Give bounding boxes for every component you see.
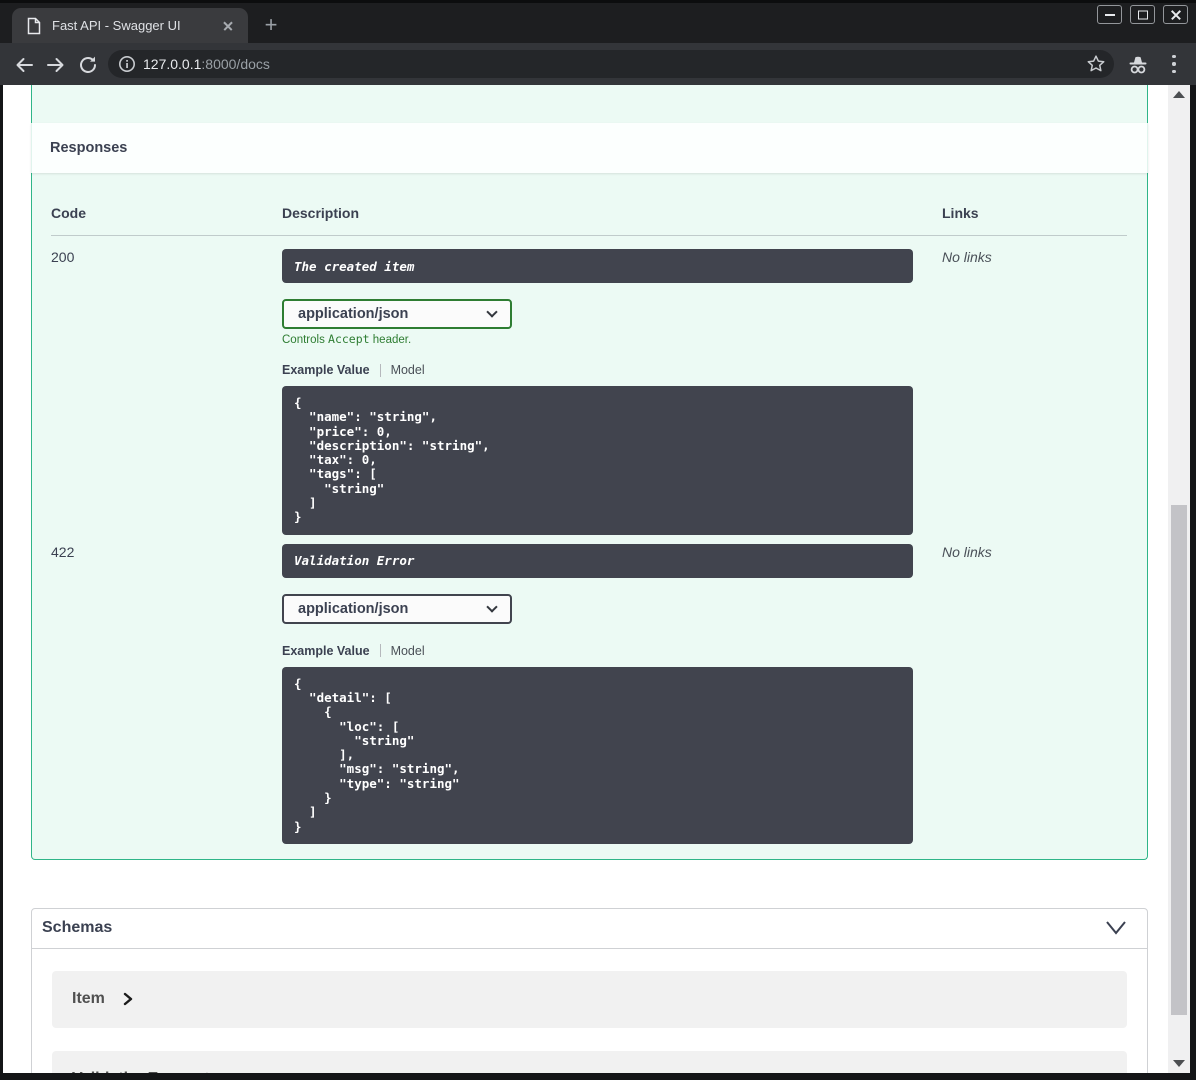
media-type-value: application/json — [282, 299, 512, 329]
tab-example-value[interactable]: Example Value — [282, 644, 370, 658]
site-info-icon[interactable] — [118, 55, 136, 73]
response-row-422: 422 Validation Error application/json Ex… — [51, 535, 1127, 844]
responses-table: Code Description Links 200 The created i… — [32, 173, 1147, 859]
model-card-validationerror[interactable]: ValidationError — [52, 1050, 1127, 1073]
accept-note-post: header. — [369, 334, 412, 346]
example-json-422: { "detail": [ { "loc": [ "string" ], "ms… — [282, 666, 913, 844]
response-description-box: The created item — [282, 249, 913, 283]
example-model-tabs: Example Value Model — [282, 644, 942, 658]
tab-model[interactable]: Model — [391, 644, 425, 658]
new-tab-button[interactable]: + — [258, 12, 284, 38]
forward-button[interactable] — [45, 54, 67, 76]
maximize-button[interactable] — [1130, 5, 1155, 24]
schemas-body: Item ValidationError — [32, 949, 1147, 1073]
tab-example-value[interactable]: Example Value — [282, 363, 370, 377]
media-type-select-200[interactable]: application/json — [282, 299, 512, 329]
page-viewport: Responses Code Description Links 200 The… — [3, 85, 1190, 1073]
url-path: :8000/docs — [201, 56, 270, 72]
response-links: No links — [942, 249, 992, 265]
tab-title: Fast API - Swagger UI — [52, 18, 181, 33]
opblock-post: Responses Code Description Links 200 The… — [31, 85, 1148, 860]
close-icon — [1164, 6, 1187, 23]
browser-menu-icon[interactable] — [1172, 55, 1176, 73]
model-name: ValidationError — [72, 1070, 187, 1073]
accept-note-code: Accept — [328, 332, 370, 346]
media-type-select-422[interactable]: application/json — [282, 593, 512, 624]
responses-title: Responses — [50, 140, 128, 156]
back-button[interactable] — [13, 54, 35, 76]
model-card-item[interactable]: Item — [52, 970, 1127, 1028]
window-controls — [1097, 5, 1188, 24]
col-header-description: Description — [282, 205, 360, 221]
tab-close-icon[interactable] — [218, 16, 238, 36]
model-name: Item — [72, 990, 105, 1008]
schemas-title: Schemas — [42, 919, 113, 937]
response-description-text: The created item — [294, 258, 415, 274]
schemas-section: Schemas Item — [31, 907, 1148, 1073]
tab-separator — [379, 363, 381, 377]
col-header-code: Code — [51, 205, 86, 221]
response-description-box: Validation Error — [282, 543, 913, 578]
swagger-page: Responses Code Description Links 200 The… — [3, 85, 1168, 1073]
url-host: 127.0.0.1 — [143, 56, 202, 72]
url-text: 127.0.0.1:8000/docs — [143, 56, 1086, 72]
accept-note-pre: Controls — [282, 334, 329, 346]
response-description-cell: Validation Error application/json Exampl… — [282, 543, 942, 844]
media-type-value: application/json — [282, 593, 512, 624]
chevron-right-icon — [122, 991, 134, 1007]
reload-button[interactable] — [77, 54, 99, 76]
scroll-up-icon[interactable] — [1173, 91, 1185, 98]
minimize-button[interactable] — [1097, 5, 1122, 24]
responses-table-header: Code Description Links — [51, 173, 1127, 236]
accept-header-note: Controls Accept header. — [282, 332, 942, 346]
tab-strip: Fast API - Swagger UI + — [0, 0, 1196, 43]
page-favicon-icon — [26, 17, 42, 35]
response-row-200: 200 The created item application/json Co… — [51, 236, 1127, 535]
col-header-links: Links — [942, 205, 979, 221]
browser-tab[interactable]: Fast API - Swagger UI — [12, 8, 248, 43]
chevron-right-icon — [204, 1071, 216, 1073]
response-code: 200 — [51, 249, 75, 265]
response-description-text: Validation Error — [294, 553, 415, 569]
bookmark-star-icon[interactable] — [1086, 54, 1106, 74]
responses-section-header: Responses — [31, 123, 1148, 173]
minimize-icon — [1104, 13, 1115, 16]
maximize-icon — [1137, 10, 1148, 19]
tab-separator — [379, 644, 381, 658]
response-code: 422 — [51, 543, 75, 560]
schemas-header[interactable]: Schemas — [32, 909, 1147, 949]
response-description-cell: The created item application/json Contro… — [282, 249, 942, 535]
scroll-down-icon[interactable] — [1173, 1060, 1185, 1067]
response-links: No links — [942, 543, 992, 560]
tab-model[interactable]: Model — [391, 363, 425, 377]
page-scrollbar[interactable] — [1168, 85, 1190, 1073]
close-button[interactable] — [1163, 5, 1188, 24]
browser-toolbar: 127.0.0.1:8000/docs — [0, 43, 1196, 85]
url-bar[interactable]: 127.0.0.1:8000/docs — [108, 50, 1114, 78]
scrollbar-thumb[interactable] — [1171, 505, 1187, 1015]
example-model-tabs: Example Value Model — [282, 363, 942, 377]
incognito-badge-icon[interactable] — [1126, 53, 1148, 75]
example-json-200: { "name": "string", "price": 0, "descrip… — [282, 386, 913, 535]
chevron-down-icon[interactable] — [1105, 920, 1127, 936]
